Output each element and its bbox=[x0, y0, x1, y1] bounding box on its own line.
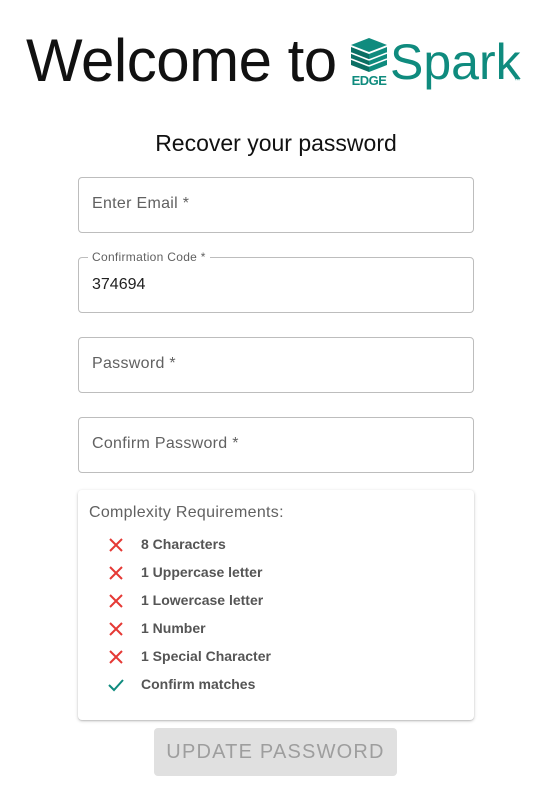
edge-spark-logo: EDGE Spark ™ bbox=[350, 34, 530, 96]
requirement-item: Confirm matches bbox=[108, 674, 448, 696]
requirement-item: 1 Number bbox=[108, 618, 448, 640]
password-placeholder: Password * bbox=[92, 355, 176, 372]
close-icon bbox=[109, 566, 123, 580]
close-icon bbox=[109, 622, 123, 636]
update-password-button[interactable]: UPDATE PASSWORD bbox=[154, 728, 397, 776]
svg-text:EDGE: EDGE bbox=[352, 73, 388, 88]
check-icon bbox=[108, 679, 124, 692]
email-placeholder: Enter Email * bbox=[92, 195, 190, 212]
confirm-password-field[interactable]: Confirm Password * bbox=[78, 417, 474, 473]
close-icon bbox=[109, 538, 123, 552]
confirm-password-placeholder: Confirm Password * bbox=[92, 435, 239, 452]
requirement-label: 1 Uppercase letter bbox=[141, 564, 263, 580]
confirmation-code-value: 374694 bbox=[92, 276, 146, 293]
confirmation-code-field[interactable]: Confirmation Code * 374694 bbox=[78, 250, 474, 313]
complexity-title: Complexity Requirements: bbox=[89, 504, 284, 521]
requirement-label: 1 Number bbox=[141, 620, 206, 636]
brand-name: Spark bbox=[390, 34, 521, 90]
requirement-item: 1 Uppercase letter bbox=[108, 562, 448, 584]
password-field[interactable]: Password * bbox=[78, 337, 474, 393]
requirement-item: 1 Special Character bbox=[108, 646, 448, 668]
complexity-requirements-card: Complexity Requirements: 8 Characters 1 … bbox=[78, 490, 474, 720]
email-field[interactable]: Enter Email * bbox=[78, 177, 474, 233]
requirement-label: 1 Lowercase letter bbox=[141, 592, 264, 608]
close-icon bbox=[109, 650, 123, 664]
close-icon bbox=[109, 594, 123, 608]
requirement-item: 8 Characters bbox=[108, 534, 448, 556]
requirement-label: Confirm matches bbox=[141, 676, 256, 692]
trademark-symbol: ™ bbox=[514, 78, 520, 84]
confirmation-code-label: Confirmation Code * bbox=[88, 250, 210, 264]
password-recovery-page: Welcome to EDGE Spark ™ Recover your pas… bbox=[0, 0, 540, 798]
welcome-heading: Welcome to bbox=[26, 27, 337, 94]
requirement-label: 1 Special Character bbox=[141, 648, 271, 664]
edge-cube-icon: EDGE bbox=[350, 38, 388, 88]
requirement-label: 8 Characters bbox=[141, 536, 226, 552]
requirement-item: 1 Lowercase letter bbox=[108, 590, 448, 612]
page-title: Recover your password bbox=[155, 130, 397, 156]
